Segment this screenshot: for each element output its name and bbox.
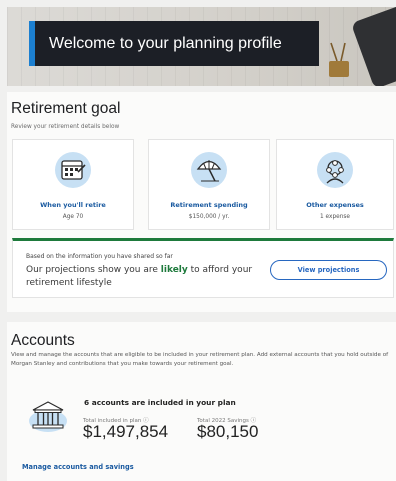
icon-circle	[55, 152, 91, 188]
retirement-goal-section: Retirement goal Review your retirement d…	[7, 92, 396, 312]
binder-clip-icon	[329, 42, 349, 77]
view-projections-button[interactable]: View projections	[270, 260, 387, 280]
calendar-icon	[61, 160, 86, 180]
card-label: Retirement spending	[170, 201, 248, 209]
family-icon	[326, 160, 344, 184]
card-value: Age 70	[62, 214, 84, 220]
projection-panel: Based on the information you have shared…	[12, 238, 394, 298]
projection-text-before: Our projections show you are	[26, 265, 161, 275]
projection-likelihood: likely	[160, 265, 188, 275]
card-retirement-spending[interactable]: Retirement spending $150,000 / yr.	[148, 139, 270, 230]
total-savings-value: $80,150	[197, 422, 259, 441]
icon-circle	[317, 152, 353, 188]
projection-intro: Based on the information you have shared…	[26, 253, 173, 260]
retirement-goal-subtitle: Review your retirement details below	[11, 124, 120, 130]
accounts-title: Accounts	[11, 332, 75, 349]
projection-message: Our projections show you are likely to a…	[26, 264, 271, 290]
accounts-description: View and manage the accounts that are el…	[11, 352, 389, 367]
accounts-included-heading: 6 accounts are included in your plan	[84, 398, 236, 407]
beach-umbrella-icon	[196, 160, 222, 182]
icon-circle	[191, 152, 227, 188]
card-value: $150,000 / yr.	[188, 214, 230, 220]
card-label: Other expenses	[306, 201, 364, 209]
manage-accounts-link[interactable]: Manage accounts and savings	[22, 463, 134, 471]
total-included-value: $1,497,854	[83, 422, 169, 441]
card-other-expenses[interactable]: Other expenses 1 expense	[276, 139, 394, 230]
accounts-section: Accounts View and manage the accounts th…	[7, 322, 396, 481]
card-label: When you'll retire	[40, 201, 106, 209]
page-title: Welcome to your planning profile	[29, 21, 319, 66]
bank-icon	[29, 401, 67, 432]
card-when-retire[interactable]: When you'll retire Age 70	[12, 139, 134, 230]
retirement-goal-title: Retirement goal	[11, 100, 121, 117]
card-value: 1 expense	[320, 214, 350, 220]
hero-banner: Welcome to your planning profile	[7, 7, 396, 86]
